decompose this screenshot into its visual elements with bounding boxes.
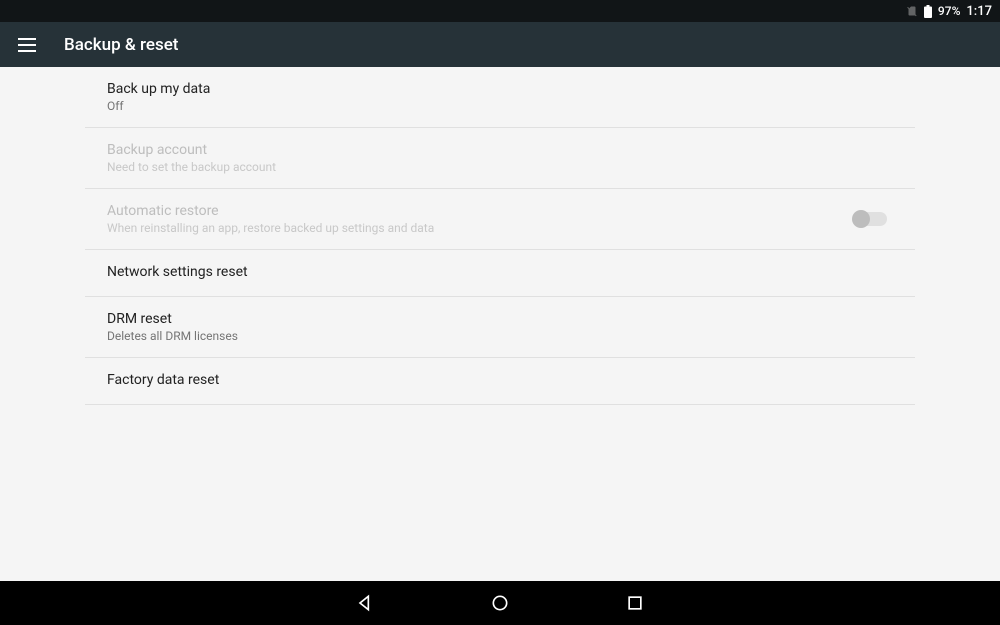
setting-automatic-restore: Automatic restore When reinstalling an a…	[85, 189, 915, 250]
no-sim-icon	[906, 5, 918, 17]
setting-title: Network settings reset	[107, 264, 893, 280]
back-button[interactable]	[355, 593, 375, 613]
setting-drm-reset[interactable]: DRM reset Deletes all DRM licenses	[85, 297, 915, 358]
battery-percentage: 97%	[938, 4, 960, 18]
page-title: Backup & reset	[64, 35, 178, 55]
setting-subtitle: Off	[107, 99, 893, 113]
setting-network-reset[interactable]: Network settings reset	[85, 250, 915, 297]
toggle-switch	[853, 212, 887, 226]
recent-apps-button[interactable]	[625, 593, 645, 613]
setting-subtitle: Need to set the backup account	[107, 160, 893, 174]
setting-factory-reset[interactable]: Factory data reset	[85, 358, 915, 405]
settings-list: Back up my data Off Backup account Need …	[0, 67, 1000, 405]
battery-icon	[924, 5, 932, 18]
hamburger-menu-icon[interactable]	[18, 35, 38, 55]
status-bar: 97% 1:17	[0, 0, 1000, 22]
clock: 1:17	[966, 4, 992, 19]
setting-subtitle: Deletes all DRM licenses	[107, 329, 893, 343]
setting-title: Factory data reset	[107, 372, 893, 388]
setting-title: Automatic restore	[107, 203, 853, 219]
setting-title: Back up my data	[107, 81, 893, 97]
home-button[interactable]	[490, 593, 510, 613]
app-bar: Backup & reset	[0, 22, 1000, 67]
setting-subtitle: When reinstalling an app, restore backed…	[107, 221, 853, 235]
setting-backup-my-data[interactable]: Back up my data Off	[85, 67, 915, 128]
navigation-bar	[0, 581, 1000, 625]
setting-title: Backup account	[107, 142, 893, 158]
setting-title: DRM reset	[107, 311, 893, 327]
setting-backup-account: Backup account Need to set the backup ac…	[85, 128, 915, 189]
